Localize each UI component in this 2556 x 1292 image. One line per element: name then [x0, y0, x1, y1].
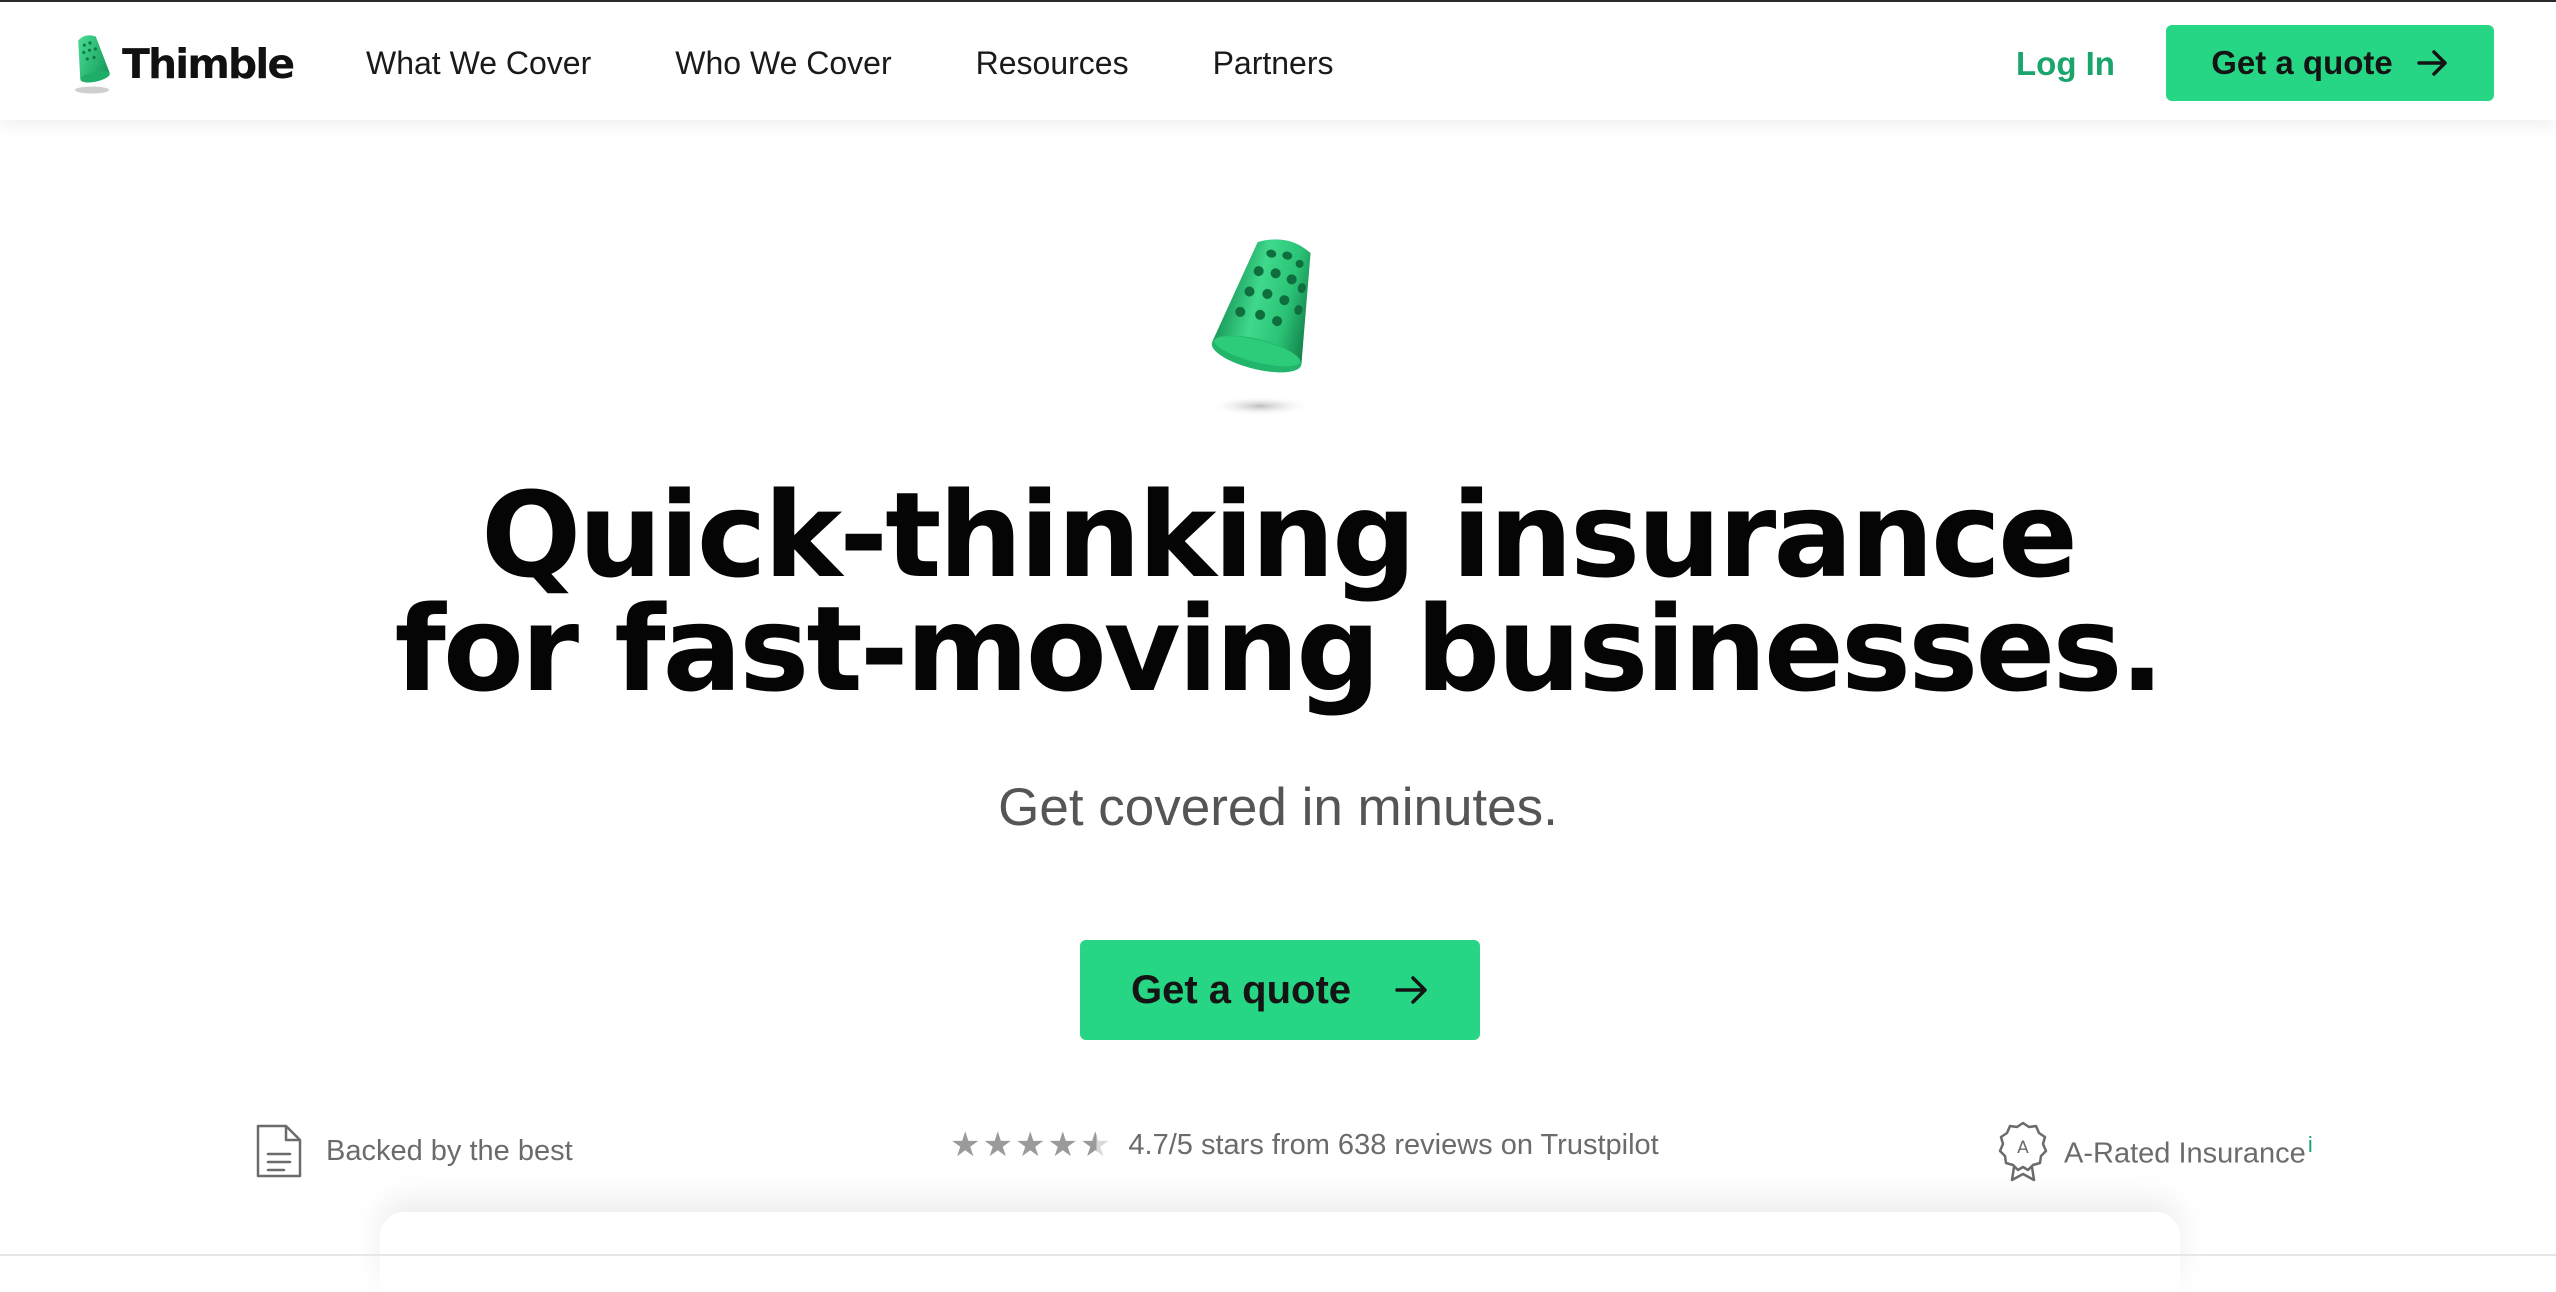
- trust-backed-label: Backed by the best: [326, 1134, 573, 1167]
- star-half-icon: ★: [1079, 1126, 1111, 1164]
- header-get-quote-label: Get a quote: [2211, 44, 2393, 81]
- trust-rated-label: A-Rated Insurancei: [2064, 1132, 2313, 1171]
- thimble-logo-icon: [75, 35, 110, 94]
- star-icon: ★: [950, 1126, 981, 1164]
- nav-item-resources[interactable]: Resources: [976, 42, 1129, 84]
- info-icon[interactable]: i: [2308, 1132, 2313, 1157]
- brand-logo-link[interactable]: Thimble: [70, 32, 295, 96]
- star-icon: ★: [1014, 1126, 1046, 1164]
- award-badge-letter: A: [2017, 1138, 2029, 1158]
- trust-rated-item: A A-Rated Insurancei: [1998, 1120, 2313, 1182]
- main-navigation: What We Cover Who We Cover Resources Par…: [366, 42, 1418, 84]
- arrow-right-icon: [1395, 976, 1427, 1004]
- trust-rated-text: A-Rated Insurance: [2064, 1137, 2306, 1170]
- login-link[interactable]: Log In: [2016, 42, 2115, 86]
- hero-headline-line-1: Quick-thinking insurance: [480, 466, 2078, 604]
- header-get-quote-button[interactable]: Get a quote: [2166, 25, 2494, 101]
- trust-reviews-text: 4.7/5 stars from 638 reviews on Trustpil…: [1128, 1128, 1659, 1161]
- star-icon: ★: [982, 1126, 1013, 1164]
- nav-item-partners[interactable]: Partners: [1213, 42, 1334, 84]
- award-badge-icon: A: [1998, 1121, 2048, 1182]
- trust-reviews-item[interactable]: ★ ★ ★ ★ ★ 4.7/5 stars from 638 reviews o…: [950, 1128, 1659, 1162]
- trust-backed-item: Backed by the best: [254, 1122, 573, 1180]
- hero-subheadline: Get covered in minutes.: [998, 778, 1558, 837]
- trust-bar: Backed by the best ★ ★ ★ ★ ★ 4.7/5 stars…: [0, 1118, 2556, 1182]
- brand-name: Thimble: [122, 40, 295, 88]
- hero-get-quote-label: Get a quote: [1130, 967, 1352, 1012]
- thimble-illustration-icon: [1208, 239, 1312, 416]
- arrow-right-icon: [2417, 50, 2447, 76]
- content-card-preview: [380, 1212, 2180, 1292]
- star-rating: ★ ★ ★ ★ ★: [950, 1128, 1110, 1162]
- nav-item-who-we-cover[interactable]: Who We Cover: [675, 42, 891, 84]
- star-icon: ★: [1047, 1126, 1078, 1164]
- hero-headline: Quick-thinking insurance for fast-moving…: [0, 466, 2556, 718]
- nav-item-what-we-cover[interactable]: What We Cover: [366, 42, 591, 84]
- document-icon: [256, 1124, 302, 1178]
- hero-get-quote-button[interactable]: Get a quote: [1080, 940, 1480, 1040]
- hero-headline-line-2: for fast-moving businesses.: [394, 580, 2165, 718]
- site-header: Thimble What We Cover Who We Cover Resou…: [0, 2, 2556, 120]
